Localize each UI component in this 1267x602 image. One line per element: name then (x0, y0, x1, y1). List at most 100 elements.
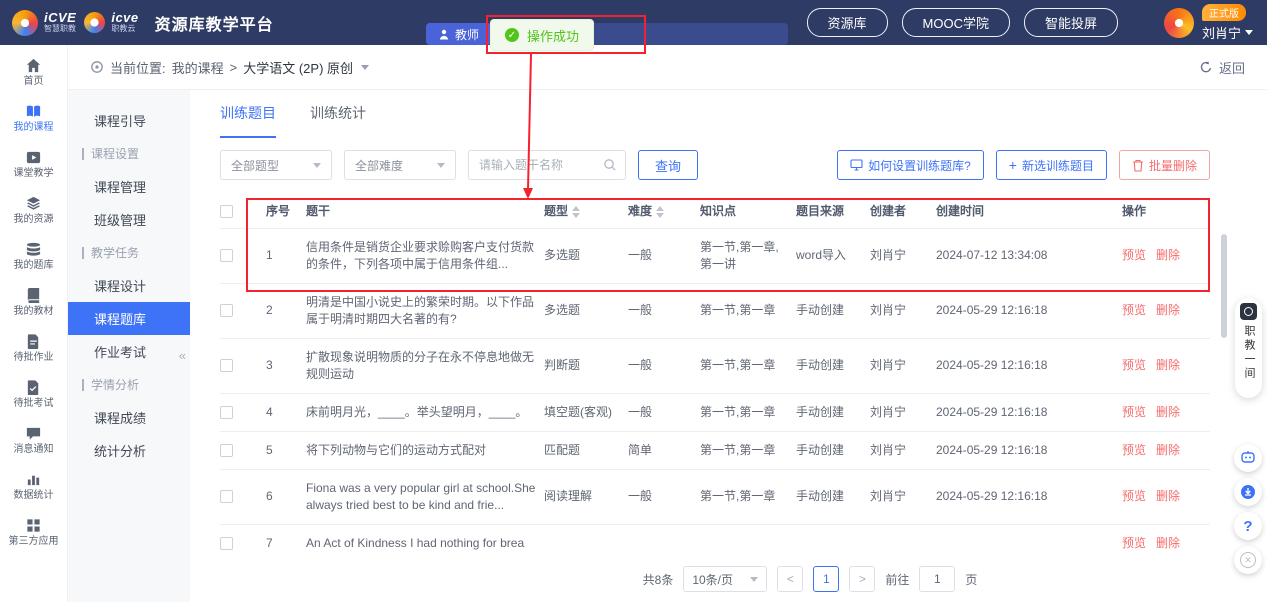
rail-item-my-textbooks[interactable]: 我的教材 (0, 279, 67, 325)
user-avatar[interactable] (1164, 8, 1194, 38)
difficulty-select[interactable]: 全部难度 (344, 150, 456, 180)
question-stem: 将下列动物与它们的运动方式配对 (306, 431, 544, 469)
question-mark-icon: ? (1243, 518, 1252, 535)
row-checkbox[interactable] (220, 490, 233, 503)
add-training-questions-button[interactable]: + 新选训练题目 (996, 150, 1107, 180)
sidebar-collapse-icon[interactable]: « (175, 346, 190, 365)
back-button[interactable]: 返回 (1199, 58, 1245, 77)
row-checkbox[interactable] (220, 537, 233, 550)
question-type-select[interactable]: 全部题型 (220, 150, 332, 180)
question-difficulty: 一般 (628, 283, 700, 338)
created-time: 2024-05-29 12:16:18 (936, 338, 1122, 393)
menu-course-grades[interactable]: 课程成绩 (68, 401, 190, 434)
chevron-down-icon (437, 163, 445, 168)
menu-course-guide[interactable]: 课程引导 (68, 104, 190, 137)
question-stem: 明清是中国小说史上的繁荣时期。以下作品属于明清时期四大名著的有? (306, 283, 544, 338)
delete-link[interactable]: 删除 (1156, 443, 1180, 457)
location-icon (90, 60, 104, 74)
help-setup-button[interactable]: 如何设置训练题库? (837, 150, 984, 180)
rail-item-my-question-bank[interactable]: 我的题库 (0, 233, 67, 279)
username-dropdown[interactable]: 刘肖宁 (1202, 23, 1253, 42)
breadcrumb-location-label: 当前位置: (110, 58, 166, 77)
created-time: 2024-05-29 12:16:18 (936, 283, 1122, 338)
delete-link[interactable]: 删除 (1156, 358, 1180, 372)
menu-homework-exams[interactable]: 作业考试 (68, 335, 190, 368)
current-page-button[interactable]: 1 (813, 566, 839, 592)
query-button[interactable]: 查询 (638, 150, 698, 180)
rail-item-third-party-apps[interactable]: 第三方应用 (0, 509, 67, 555)
scrollbar-thumb[interactable] (1221, 234, 1227, 338)
knowledge-point: 第一节,第一章 (700, 469, 796, 524)
row-checkbox[interactable] (220, 359, 233, 372)
search-icon[interactable] (603, 158, 617, 172)
download-button[interactable] (1234, 478, 1262, 506)
row-checkbox[interactable] (220, 304, 233, 317)
teacher-role-badge[interactable]: 教师 (426, 23, 491, 45)
row-checkbox[interactable] (220, 249, 233, 262)
video-play-icon (25, 149, 42, 166)
tab-training-questions[interactable]: 训练题目 (220, 90, 276, 138)
customer-service-button[interactable] (1234, 444, 1262, 472)
next-page-button[interactable]: > (849, 566, 875, 592)
preview-link[interactable]: 预览 (1122, 358, 1146, 372)
row-checkbox[interactable] (220, 444, 233, 457)
side-widget-zhijiao[interactable]: 职教一间 (1235, 298, 1262, 398)
rail-item-homework-to-grade[interactable]: 待批作业 (0, 325, 67, 371)
row-index: 5 (266, 431, 306, 469)
delete-link[interactable]: 删除 (1156, 303, 1180, 317)
row-checkbox[interactable] (220, 406, 233, 419)
preview-link[interactable]: 预览 (1122, 443, 1146, 457)
menu-course-design[interactable]: 课程设计 (68, 269, 190, 302)
col-source: 题目来源 (796, 194, 870, 228)
sort-type-icon[interactable] (572, 206, 580, 218)
breadcrumb-parent[interactable]: 我的课程 (172, 58, 224, 77)
menu-statistics-analysis[interactable]: 统计分析 (68, 434, 190, 467)
close-widgets-button[interactable]: ✕ (1234, 546, 1262, 574)
breadcrumb-current-course[interactable]: 大学语文 (2P) 原创 (243, 58, 353, 77)
teacher-badge-label: 教师 (455, 26, 479, 43)
chevron-down-icon[interactable] (361, 65, 369, 70)
rail-item-classroom-teaching[interactable]: 课堂教学 (0, 141, 67, 187)
select-all-checkbox[interactable] (220, 205, 233, 218)
col-difficulty-label: 难度 (628, 204, 652, 218)
rail-item-home[interactable]: 首页 (0, 49, 67, 95)
preview-link[interactable]: 预览 (1122, 489, 1146, 503)
batch-delete-button[interactable]: 批量删除 (1119, 150, 1210, 180)
home-icon (25, 57, 42, 74)
preview-link[interactable]: 预览 (1122, 303, 1146, 317)
delete-link[interactable]: 删除 (1156, 536, 1180, 550)
tab-training-statistics[interactable]: 训练统计 (310, 90, 366, 138)
table-row: 6 Fiona was a very popular girl at schoo… (220, 469, 1210, 524)
rail-item-data-statistics[interactable]: 数据统计 (0, 463, 67, 509)
preview-link[interactable]: 预览 (1122, 536, 1146, 550)
nav-mooc-academy[interactable]: MOOC学院 (902, 8, 1010, 37)
user-block[interactable]: 正式版 刘肖宁 (1164, 4, 1253, 42)
nav-resource-library[interactable]: 资源库 (807, 8, 888, 37)
preview-link[interactable]: 预览 (1122, 248, 1146, 262)
monitor-icon (850, 159, 863, 171)
menu-course-question-bank[interactable]: 课程题库 (68, 302, 190, 335)
rail-item-my-courses[interactable]: 我的课程 (0, 95, 67, 141)
rail-item-notifications[interactable]: 消息通知 (0, 417, 67, 463)
goto-page-input[interactable] (919, 566, 955, 592)
rail-item-my-resources[interactable]: 我的资源 (0, 187, 67, 233)
sort-difficulty-icon[interactable] (656, 206, 664, 218)
delete-link[interactable]: 删除 (1156, 405, 1180, 419)
menu-course-management[interactable]: 课程管理 (68, 170, 190, 203)
question-difficulty (628, 524, 700, 552)
delete-link[interactable]: 删除 (1156, 248, 1180, 262)
delete-link[interactable]: 删除 (1156, 489, 1180, 503)
help-button[interactable]: ? (1234, 512, 1262, 540)
search-input[interactable] (479, 158, 603, 172)
nav-smart-casting[interactable]: 智能投屏 (1024, 8, 1118, 37)
rail-item-exams-to-grade[interactable]: 待批考试 (0, 371, 67, 417)
page-size-select[interactable]: 10条/页 (683, 566, 767, 592)
preview-link[interactable]: 预览 (1122, 405, 1146, 419)
stem-search-box (468, 150, 626, 180)
menu-section-teaching-tasks: 教学任务 (68, 236, 190, 269)
message-bubble-icon (25, 425, 42, 442)
creator: 刘肖宁 (870, 469, 936, 524)
trash-icon (1132, 159, 1144, 172)
prev-page-button[interactable]: < (777, 566, 803, 592)
menu-class-management[interactable]: 班级管理 (68, 203, 190, 236)
